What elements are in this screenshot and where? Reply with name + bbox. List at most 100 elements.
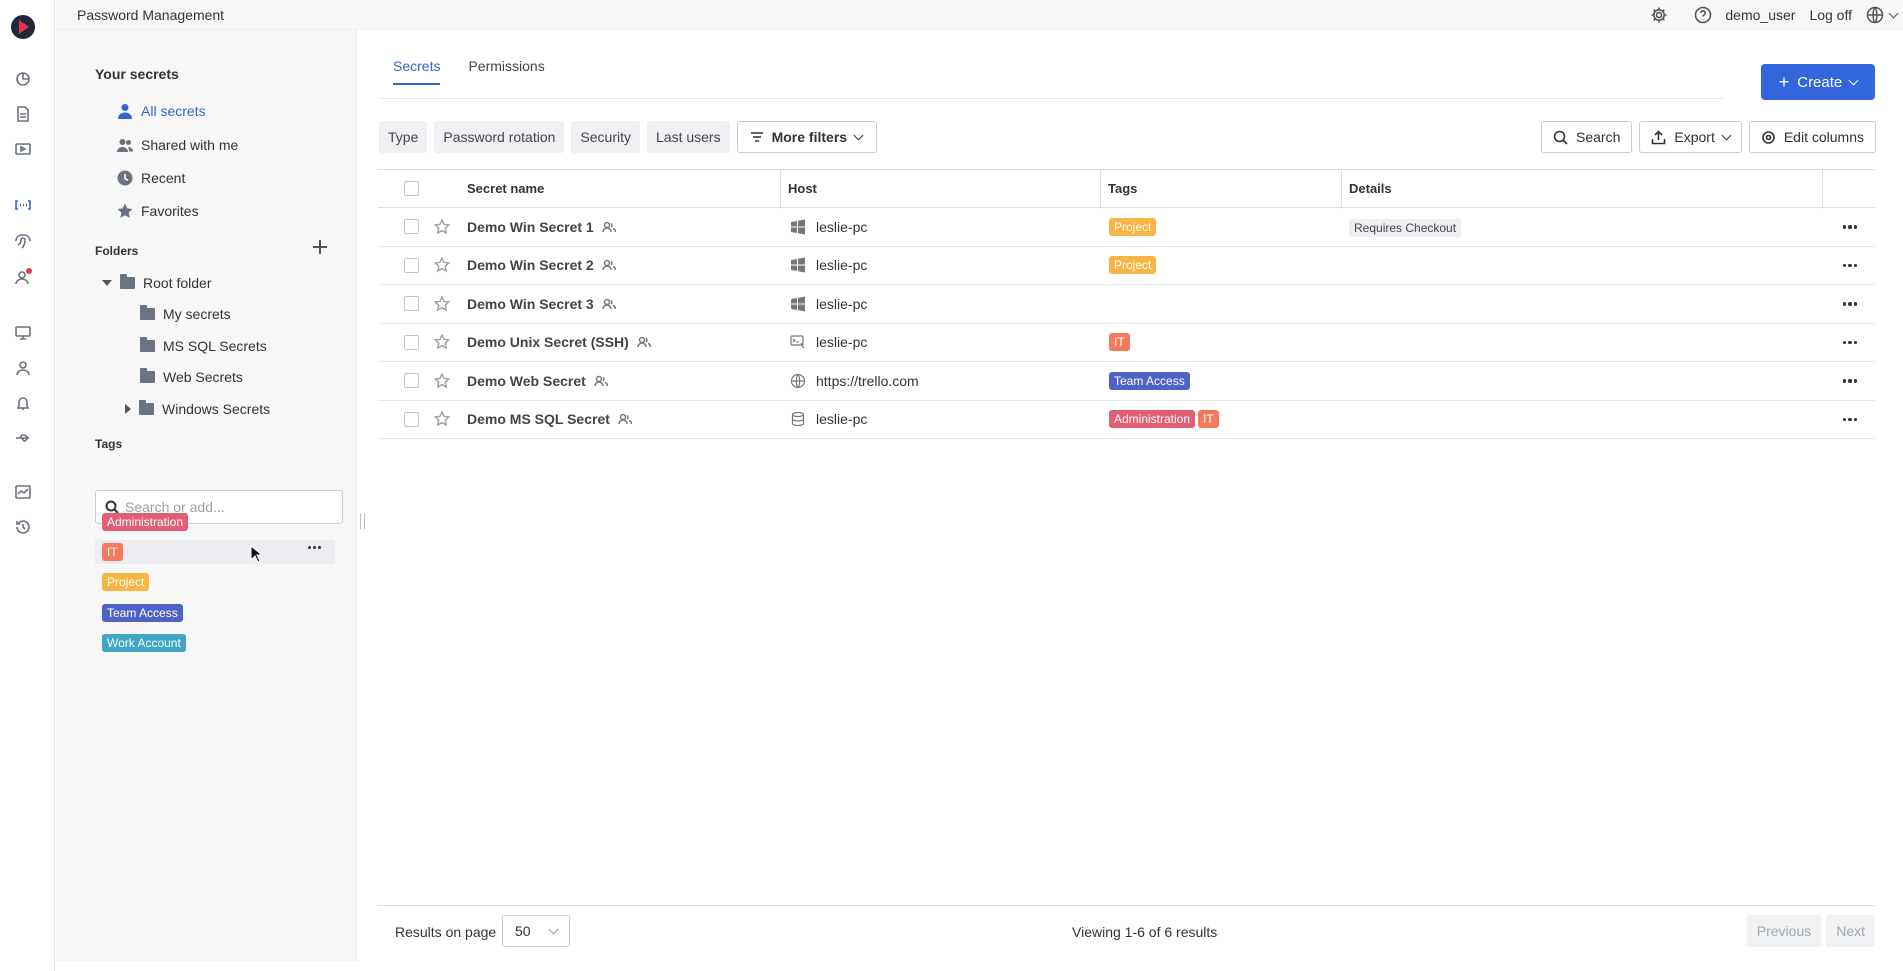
filter-security[interactable]: Security bbox=[571, 121, 640, 153]
row-more-icon[interactable] bbox=[1842, 225, 1857, 229]
tag-chip[interactable]: Team Access bbox=[1109, 371, 1190, 390]
nav-all-secrets[interactable]: All secrets bbox=[117, 103, 206, 119]
row-checkbox[interactable] bbox=[404, 334, 419, 350]
password-icon[interactable] bbox=[14, 196, 32, 214]
tag-chip[interactable]: Project bbox=[1109, 217, 1157, 236]
secret-name[interactable]: Demo Unix Secret (SSH) bbox=[467, 334, 651, 350]
secret-name[interactable]: Demo Win Secret 1 bbox=[467, 219, 616, 235]
favorite-star-icon[interactable] bbox=[433, 218, 451, 235]
row-checkbox[interactable] bbox=[404, 296, 419, 312]
row-more-icon[interactable] bbox=[1842, 302, 1857, 306]
settings-gear-icon[interactable] bbox=[1649, 5, 1669, 25]
history-icon[interactable] bbox=[14, 518, 32, 536]
column-divider[interactable] bbox=[780, 170, 781, 209]
row-checkbox[interactable] bbox=[404, 219, 419, 235]
row-more-icon[interactable] bbox=[1842, 417, 1857, 421]
username[interactable]: demo_user bbox=[1725, 7, 1795, 23]
select-all-checkbox[interactable] bbox=[404, 181, 419, 196]
column-header-details[interactable]: Details bbox=[1349, 181, 1392, 196]
tag-row-project[interactable]: Project bbox=[95, 570, 335, 594]
column-divider[interactable] bbox=[1341, 170, 1342, 209]
secret-name[interactable]: Demo Web Secret bbox=[467, 373, 608, 389]
folder-windows-secrets[interactable]: Windows Secrets bbox=[125, 400, 270, 417]
nav-shared-with-me[interactable]: Shared with me bbox=[117, 137, 238, 153]
tag-chip[interactable]: Team Access bbox=[102, 604, 183, 622]
favorite-star-icon[interactable] bbox=[433, 410, 451, 427]
next-button[interactable]: Next bbox=[1826, 915, 1875, 947]
page-size-select[interactable]: 50 bbox=[502, 915, 570, 947]
nav-favorites[interactable]: Favorites bbox=[117, 203, 199, 219]
panel-resize-handle[interactable] bbox=[360, 513, 365, 529]
row-more-icon[interactable] bbox=[1842, 340, 1857, 344]
nav-recent[interactable]: Recent bbox=[117, 170, 185, 186]
column-header-host[interactable]: Host bbox=[788, 181, 817, 196]
more-options-icon[interactable] bbox=[308, 546, 321, 549]
caret-right-icon[interactable] bbox=[125, 404, 131, 414]
tag-chip[interactable]: Project bbox=[1109, 256, 1157, 275]
tag-chip[interactable]: Administration bbox=[102, 513, 189, 531]
dashboard-icon[interactable] bbox=[14, 70, 32, 88]
secret-name[interactable]: Demo Win Secret 3 bbox=[467, 296, 616, 312]
tag-chip[interactable]: Project bbox=[102, 573, 150, 591]
row-checkbox[interactable] bbox=[404, 257, 419, 273]
more-filters-button[interactable]: More filters bbox=[736, 121, 878, 153]
table-row[interactable]: Demo Win Secret 3 leslie-pc bbox=[378, 285, 1875, 324]
tag-row-it[interactable]: IT bbox=[95, 540, 335, 564]
table-row[interactable]: Demo Win Secret 2 leslie-pc Project bbox=[378, 247, 1875, 285]
favorite-star-icon[interactable] bbox=[433, 333, 451, 350]
favorite-star-icon[interactable] bbox=[433, 256, 451, 273]
column-divider[interactable] bbox=[1822, 170, 1823, 209]
tab-permissions[interactable]: Permissions bbox=[468, 58, 544, 85]
caret-down-icon[interactable] bbox=[102, 280, 112, 286]
folder-my-secrets[interactable]: My secrets bbox=[140, 305, 231, 322]
filter-password-rotation[interactable]: Password rotation bbox=[434, 121, 565, 153]
previous-button[interactable]: Previous bbox=[1746, 915, 1822, 947]
filter-type[interactable]: Type bbox=[379, 121, 428, 153]
filter-last-users[interactable]: Last users bbox=[647, 121, 730, 153]
edit-columns-button[interactable]: Edit columns bbox=[1748, 121, 1876, 153]
tag-chip[interactable]: IT bbox=[1109, 333, 1130, 352]
activity-icon[interactable] bbox=[14, 483, 32, 501]
language-selector[interactable] bbox=[1866, 6, 1899, 24]
add-folder-button[interactable] bbox=[313, 240, 327, 254]
row-checkbox[interactable] bbox=[404, 411, 419, 427]
folder-web-secrets[interactable]: Web Secrets bbox=[140, 368, 243, 385]
tag-chip[interactable]: Work Account bbox=[102, 634, 186, 652]
column-header-tags[interactable]: Tags bbox=[1108, 181, 1137, 196]
user-alert-icon[interactable] bbox=[14, 268, 32, 286]
row-more-icon[interactable] bbox=[1842, 379, 1857, 383]
monitor-icon[interactable] bbox=[14, 324, 32, 342]
row-checkbox[interactable] bbox=[404, 373, 419, 389]
row-more-icon[interactable] bbox=[1842, 263, 1857, 267]
table-row[interactable]: Demo MS SQL Secret leslie-pc Administrat… bbox=[378, 401, 1875, 439]
usb-icon[interactable] bbox=[14, 429, 32, 447]
search-button[interactable]: Search bbox=[1541, 121, 1633, 153]
folder-ms-sql-secrets[interactable]: MS SQL Secrets bbox=[140, 337, 267, 354]
bell-icon[interactable] bbox=[14, 394, 32, 412]
folder-root[interactable]: Root folder bbox=[102, 274, 211, 291]
help-icon[interactable] bbox=[1693, 5, 1713, 25]
document-icon[interactable] bbox=[14, 105, 32, 123]
video-icon[interactable] bbox=[14, 140, 32, 158]
column-divider[interactable] bbox=[1100, 170, 1101, 209]
tag-row-work-account[interactable]: Work Account bbox=[95, 631, 335, 655]
favorite-star-icon[interactable] bbox=[433, 372, 451, 389]
create-button[interactable]: + Create bbox=[1761, 64, 1875, 100]
tag-chip[interactable]: Administration bbox=[1109, 410, 1196, 429]
person-icon[interactable] bbox=[14, 359, 32, 377]
tag-row-team-access[interactable]: Team Access bbox=[95, 601, 335, 625]
table-row[interactable]: Demo Unix Secret (SSH) leslie-pc IT bbox=[378, 324, 1875, 362]
logoff-link[interactable]: Log off bbox=[1809, 7, 1852, 23]
table-row[interactable]: Demo Web Secret https://trello.com Team … bbox=[378, 362, 1875, 401]
export-button[interactable]: Export bbox=[1639, 121, 1742, 153]
column-header-secret-name[interactable]: Secret name bbox=[467, 181, 544, 196]
favorite-star-icon[interactable] bbox=[433, 295, 451, 312]
tag-chip[interactable]: IT bbox=[102, 543, 123, 561]
tag-row-administration[interactable]: Administration bbox=[95, 510, 335, 534]
secret-name[interactable]: Demo Win Secret 2 bbox=[467, 257, 616, 273]
table-row[interactable]: Demo Win Secret 1 leslie-pc Project Requ… bbox=[378, 208, 1875, 247]
fingerprint-icon[interactable] bbox=[14, 232, 32, 250]
tag-chip[interactable]: IT bbox=[1198, 410, 1219, 429]
tab-secrets[interactable]: Secrets bbox=[393, 58, 441, 85]
app-logo-icon[interactable] bbox=[11, 15, 35, 39]
